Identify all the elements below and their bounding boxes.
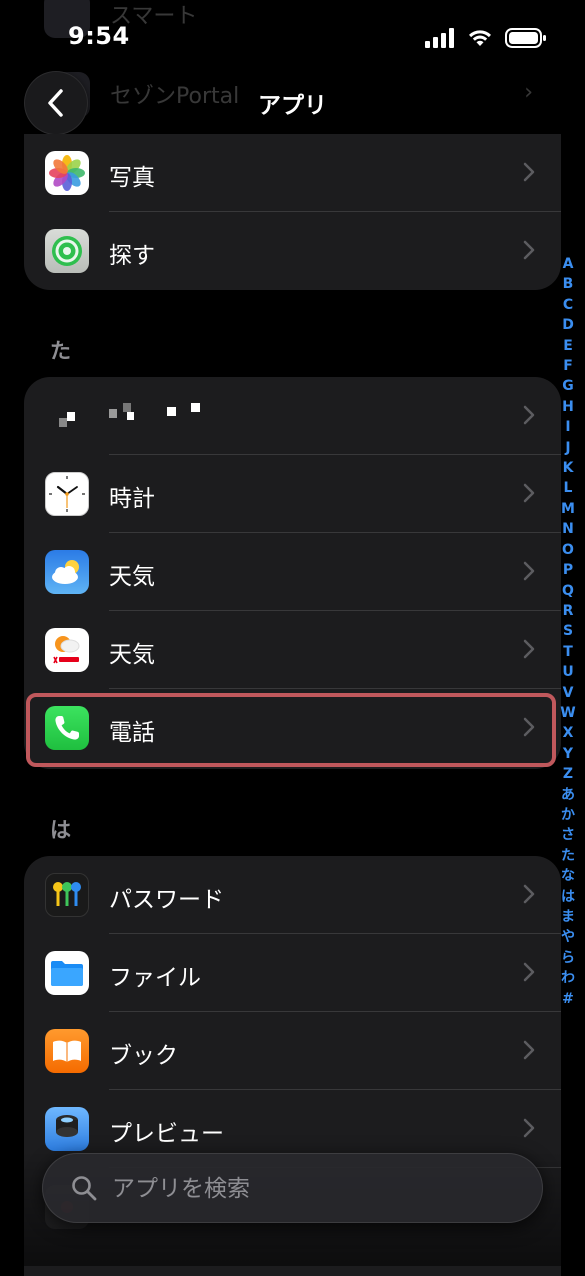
index-letter[interactable]: か — [561, 805, 575, 825]
list-item-yahoo-weather[interactable]: 天気 — [24, 611, 561, 689]
chevron-right-icon — [523, 561, 535, 581]
books-icon — [45, 1029, 89, 1073]
index-letter[interactable]: Q — [562, 581, 574, 601]
preview-icon — [45, 1107, 89, 1151]
list-item-redacted[interactable] — [24, 377, 561, 455]
list-item-phone[interactable]: 電話 — [24, 689, 561, 767]
search-icon — [72, 1176, 97, 1201]
item-label: 写真 — [109, 165, 155, 191]
list-item-books[interactable]: ブック — [24, 1012, 561, 1090]
index-letter[interactable]: I — [565, 417, 570, 437]
index-letter[interactable]: ら — [561, 948, 575, 968]
status-time: 9:54 — [68, 22, 130, 50]
search-input[interactable] — [110, 1167, 514, 1211]
index-letter[interactable]: は — [561, 887, 575, 907]
index-letter[interactable]: D — [562, 315, 574, 335]
index-letter[interactable]: さ — [561, 825, 575, 845]
index-letter[interactable]: A — [563, 254, 574, 274]
search-bar[interactable] — [42, 1153, 543, 1223]
list-item-photos[interactable]: 写真 — [24, 134, 561, 212]
index-letter[interactable]: Z — [563, 764, 573, 784]
item-label — [109, 401, 209, 437]
index-letter[interactable]: G — [562, 376, 574, 396]
list-item-passwords[interactable]: パスワード — [24, 856, 561, 934]
wifi-icon — [469, 30, 491, 46]
index-letter[interactable]: T — [563, 642, 573, 662]
item-label: プレビュー — [109, 1121, 224, 1147]
index-letter[interactable]: あ — [561, 785, 575, 805]
redacted-app-icon — [45, 394, 89, 438]
section-index-bar[interactable]: A B C D E F G H I J K L M N O P Q R S T U V W X Y Z あかさたなはまやらわ # — [555, 254, 581, 1009]
phone-icon — [45, 706, 89, 750]
item-label: 探す — [109, 243, 155, 269]
chevron-right-icon — [523, 483, 535, 503]
photos-icon — [45, 151, 89, 195]
section-header-ha: は — [50, 818, 71, 842]
cellular-signal-icon — [425, 28, 454, 48]
redacted-label-icon — [109, 403, 200, 420]
app-group-top: 写真 探す — [24, 134, 561, 290]
index-letter[interactable]: Y — [563, 744, 573, 764]
index-letter[interactable]: F — [563, 356, 573, 376]
index-letter[interactable]: V — [563, 683, 574, 703]
chevron-right-icon — [523, 884, 535, 904]
item-label: 天気 — [109, 642, 155, 668]
yahoo-weather-icon — [45, 628, 89, 672]
chevron-right-icon — [523, 162, 535, 182]
item-label: 時計 — [109, 486, 155, 512]
chevron-right-icon — [523, 405, 535, 425]
index-letter[interactable]: K — [563, 458, 574, 478]
files-icon — [45, 951, 89, 995]
find-my-icon — [45, 229, 89, 273]
item-label: パスワード — [109, 887, 224, 913]
weather-icon — [45, 550, 89, 594]
index-letter[interactable]: C — [563, 295, 573, 315]
index-letter[interactable]: H — [562, 397, 574, 417]
index-letter[interactable]: E — [563, 336, 573, 356]
index-letter[interactable]: な — [561, 866, 575, 886]
page-title: アプリ — [258, 93, 327, 119]
index-letter[interactable]: J — [565, 438, 570, 458]
index-letter[interactable]: わ — [561, 968, 575, 988]
clock-icon — [45, 472, 89, 516]
item-label: ブック — [109, 1043, 178, 1069]
index-letter[interactable]: N — [562, 519, 574, 539]
index-letter[interactable]: B — [563, 274, 574, 294]
index-letter[interactable]: W — [560, 703, 575, 723]
index-letter[interactable]: ま — [561, 907, 575, 927]
index-letter[interactable]: た — [561, 846, 575, 866]
chevron-right-icon — [523, 1118, 535, 1138]
index-letter[interactable]: L — [564, 478, 573, 498]
status-icons — [425, 28, 547, 48]
index-letter[interactable]: P — [563, 560, 573, 580]
chevron-right-icon — [523, 1040, 535, 1060]
list-item-weather[interactable]: 天気 — [24, 533, 561, 611]
index-letter[interactable]: M — [561, 499, 575, 519]
chevron-right-icon — [523, 717, 535, 737]
index-letter[interactable]: S — [563, 621, 573, 641]
section-header-ta: た — [50, 339, 71, 363]
index-letter[interactable]: U — [562, 662, 573, 682]
index-letter[interactable]: や — [561, 927, 575, 947]
index-letter[interactable]: # — [562, 989, 574, 1009]
index-letter[interactable]: X — [563, 723, 574, 743]
index-letter[interactable]: R — [563, 601, 574, 621]
index-letter[interactable]: O — [562, 540, 574, 560]
list-item-clock[interactable]: 時計 — [24, 455, 561, 533]
list-item-find-my[interactable]: 探す — [24, 212, 561, 290]
item-label: ファイル — [109, 965, 201, 991]
list-item-files[interactable]: ファイル — [24, 934, 561, 1012]
item-label: 天気 — [109, 564, 155, 590]
chevron-right-icon — [523, 240, 535, 260]
chevron-right-icon — [523, 639, 535, 659]
chevron-right-icon — [523, 962, 535, 982]
battery-icon — [505, 28, 546, 48]
passwords-icon — [45, 873, 89, 917]
item-label: 電話 — [109, 720, 155, 746]
app-group-ta: 時計 天気 天気 電話 — [24, 377, 561, 769]
